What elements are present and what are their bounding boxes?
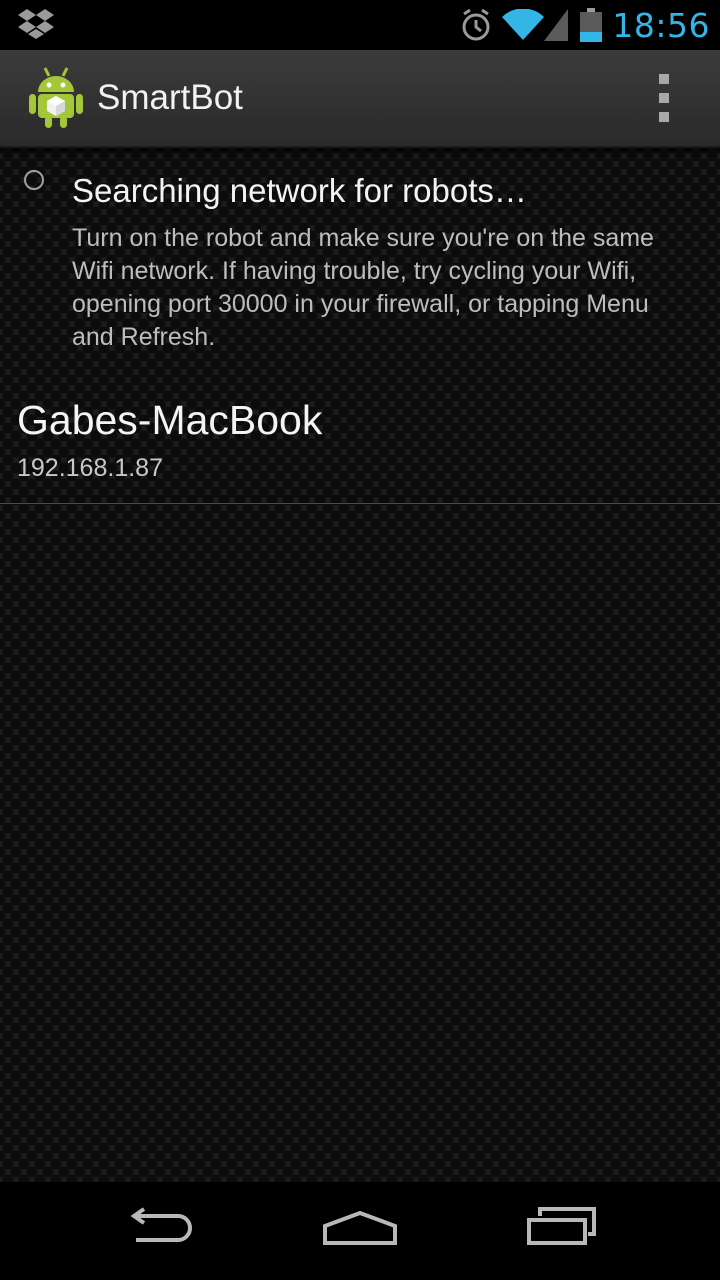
device-name: Gabes-MacBook [17,397,323,443]
app-title: SmartBot [97,78,243,117]
device-list-item[interactable]: Gabes-MacBook 192.168.1.87 [0,391,720,504]
main-content: Searching network for robots… Turn on th… [0,148,720,1182]
device-ip: 192.168.1.87 [17,454,163,482]
search-status-title: Searching network for robots… [72,172,527,209]
wifi-icon [502,9,545,41]
battery-icon [580,8,603,42]
overflow-menu-icon[interactable] [648,74,680,122]
android-robot-icon[interactable] [28,66,84,133]
status-bar: 18:56 [0,0,720,50]
status-clock: 18:56 [612,5,710,45]
signal-icon [544,9,569,41]
dropbox-icon [18,8,54,45]
search-help-text: Turn on the robot and make sure you're o… [72,224,654,351]
home-icon[interactable] [322,1206,398,1251]
navigation-bar [0,1182,720,1280]
recent-apps-icon[interactable] [526,1206,598,1251]
action-bar: SmartBot [0,50,720,148]
searching-progress-indicator [24,170,44,190]
alarm-icon [460,8,492,42]
back-icon[interactable] [124,1206,194,1251]
